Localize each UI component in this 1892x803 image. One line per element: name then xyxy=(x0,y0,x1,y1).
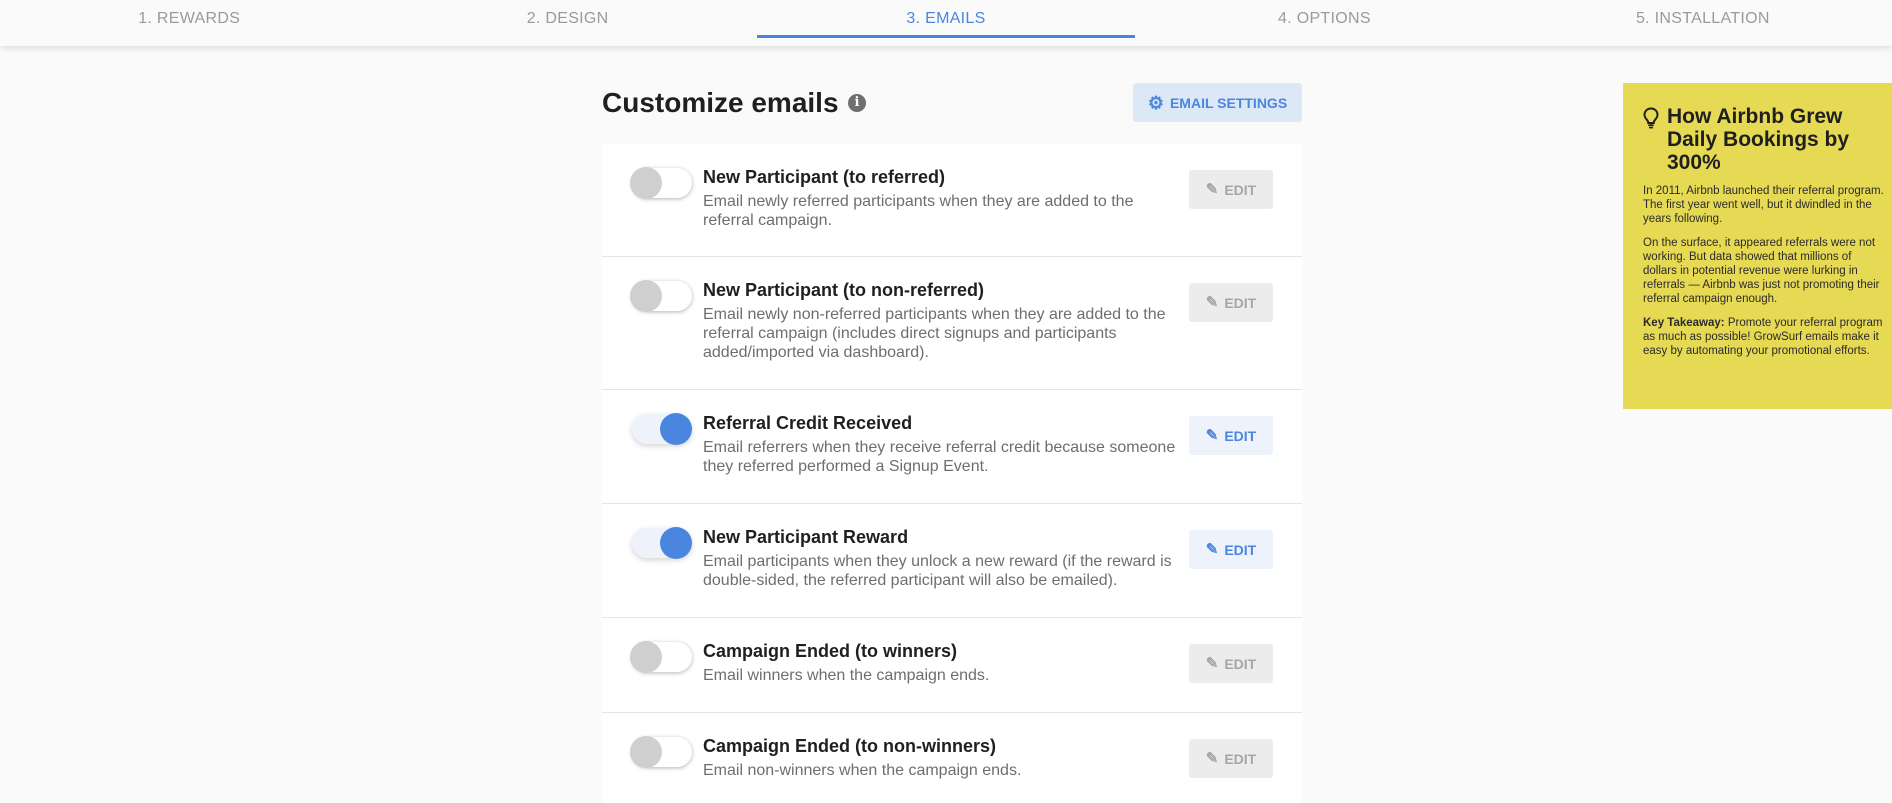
step-design[interactable]: 2. DESIGN xyxy=(378,0,756,46)
email-toggle[interactable] xyxy=(630,278,694,312)
step-emails[interactable]: 3. EMAILS xyxy=(756,0,1136,46)
pencil-icon: ✎ xyxy=(1205,750,1219,767)
email-toggle[interactable] xyxy=(630,734,694,768)
emails-panel: Customize emails i ⚙ EMAIL SETTINGS New … xyxy=(602,70,1302,803)
pencil-icon: ✎ xyxy=(1205,427,1219,444)
takeaway-label: Key Takeaway: xyxy=(1643,317,1725,329)
pencil-icon: ✎ xyxy=(1205,294,1219,311)
email-description: Email newly referred participants when t… xyxy=(703,193,1134,229)
email-title: Campaign Ended (to non-winners) xyxy=(703,736,996,756)
toggle-knob xyxy=(630,280,662,312)
edit-label: EDIT xyxy=(1224,294,1257,311)
tip-title: How Airbnb Grew Daily Bookings by 300% xyxy=(1667,105,1850,174)
email-row-new-participant-referred: New Participant (to referred) Email newl… xyxy=(602,144,1302,257)
info-icon[interactable]: i xyxy=(848,94,866,112)
edit-label: EDIT xyxy=(1224,427,1257,444)
email-description: Email winners when the campaign ends. xyxy=(703,667,990,684)
email-list: New Participant (to referred) Email newl… xyxy=(602,144,1302,803)
gear-icon: ⚙ xyxy=(1147,92,1164,113)
email-toggle[interactable] xyxy=(630,411,694,445)
email-description: Email referrers when they receive referr… xyxy=(703,439,1176,475)
email-settings-button[interactable]: ⚙ EMAIL SETTINGS xyxy=(1133,83,1302,122)
email-row-campaign-ended-non-winners: Campaign Ended (to non-winners) Email no… xyxy=(602,713,1302,803)
edit-button[interactable]: ✎ EDIT xyxy=(1189,644,1273,683)
email-row-new-participant-reward: New Participant Reward Email participant… xyxy=(602,504,1302,618)
email-toggle[interactable] xyxy=(630,639,694,673)
step-options[interactable]: 4. OPTIONS xyxy=(1135,0,1513,46)
toggle-knob xyxy=(630,167,662,199)
panel-header: Customize emails i ⚙ EMAIL SETTINGS xyxy=(602,70,1302,144)
email-title: Campaign Ended (to winners) xyxy=(703,641,958,661)
toggle-knob xyxy=(660,527,692,559)
email-description: Email participants when they unlock a ne… xyxy=(703,553,1172,589)
email-toggle[interactable] xyxy=(630,525,694,559)
steps-nav: 1. REWARDS 2. DESIGN 3. EMAILS 4. OPTION… xyxy=(0,0,1892,46)
edit-label: EDIT xyxy=(1224,655,1257,672)
email-description: Email non-winners when the campaign ends… xyxy=(703,762,1022,779)
email-settings-label: EMAIL SETTINGS xyxy=(1169,94,1288,111)
edit-button[interactable]: ✎ EDIT xyxy=(1189,739,1273,778)
edit-label: EDIT xyxy=(1224,541,1257,558)
toggle-knob xyxy=(660,413,692,445)
email-row-campaign-ended-winners: Campaign Ended (to winners) Email winner… xyxy=(602,618,1302,713)
email-toggle[interactable] xyxy=(630,165,694,199)
edit-button[interactable]: ✎ EDIT xyxy=(1189,283,1273,322)
edit-label: EDIT xyxy=(1224,181,1257,198)
tip-card: How Airbnb Grew Daily Bookings by 300% I… xyxy=(1623,83,1892,409)
pencil-icon: ✎ xyxy=(1205,541,1219,558)
tip-paragraph: In 2011, Airbnb launched their referral … xyxy=(1643,185,1884,225)
edit-label: EDIT xyxy=(1224,750,1257,767)
lightbulb-icon xyxy=(1643,107,1659,129)
tip-header: How Airbnb Grew Daily Bookings by 300% xyxy=(1643,105,1892,174)
email-row-new-participant-non-referred: New Participant (to non-referred) Email … xyxy=(602,257,1302,390)
email-row-referral-credit-received: Referral Credit Received Email referrers… xyxy=(602,390,1302,504)
page-title: Customize emails xyxy=(602,87,839,118)
toggle-knob xyxy=(630,736,662,768)
edit-button[interactable]: ✎ EDIT xyxy=(1189,416,1273,455)
pencil-icon: ✎ xyxy=(1205,181,1219,198)
email-title: New Participant (to referred) xyxy=(703,167,946,187)
tip-paragraph: On the surface, it appeared referrals we… xyxy=(1643,237,1880,305)
pencil-icon: ✎ xyxy=(1205,655,1219,672)
email-title: New Participant Reward xyxy=(703,527,909,547)
edit-button[interactable]: ✎ EDIT xyxy=(1189,170,1273,209)
email-description: Email newly non-referred participants wh… xyxy=(703,306,1166,361)
tip-takeaway: Key Takeaway: Promote your referral prog… xyxy=(1643,316,1888,358)
step-rewards[interactable]: 1. REWARDS xyxy=(0,0,378,46)
edit-button[interactable]: ✎ EDIT xyxy=(1189,530,1273,569)
step-installation[interactable]: 5. INSTALLATION xyxy=(1514,0,1892,46)
toggle-knob xyxy=(630,641,662,673)
email-title: Referral Credit Received xyxy=(703,413,913,433)
email-title: New Participant (to non-referred) xyxy=(703,280,985,300)
